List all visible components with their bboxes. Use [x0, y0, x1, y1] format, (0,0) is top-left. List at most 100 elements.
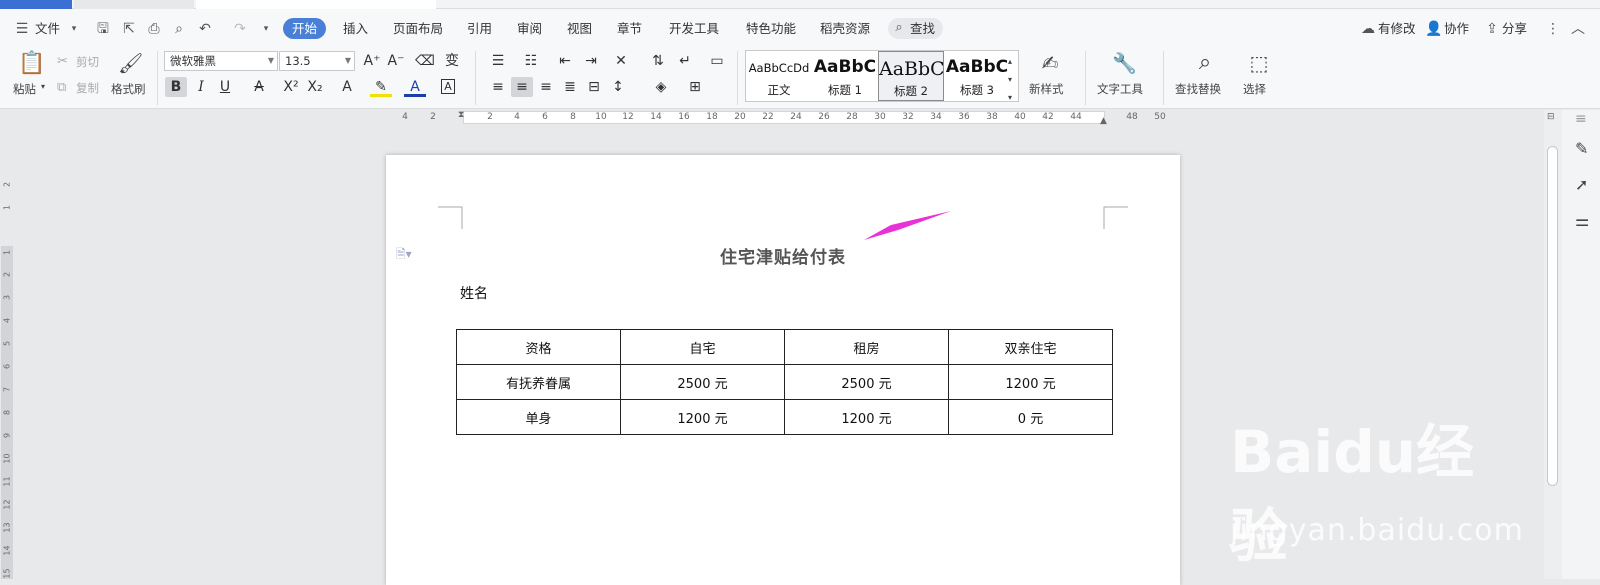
- increase-indent-icon[interactable]: ⇥: [580, 51, 602, 71]
- font-name-select[interactable]: 微软雅黑 ▼: [164, 51, 278, 71]
- tab-docer-strip[interactable]: [74, 0, 194, 9]
- clear-format-icon[interactable]: ⌫: [414, 51, 436, 71]
- select-button[interactable]: 选择: [1243, 81, 1266, 97]
- table-cell[interactable]: 2500 元: [784, 364, 949, 400]
- style-heading-2[interactable]: AaBbC 标题 2: [878, 51, 944, 101]
- tab-page-layout[interactable]: 页面布局: [393, 18, 443, 39]
- numbered-list-icon[interactable]: ☷: [520, 51, 542, 71]
- menu-lines-icon[interactable]: ≡: [1575, 110, 1587, 128]
- tab-start[interactable]: 开始: [283, 18, 327, 39]
- modified-status[interactable]: 有修改: [1378, 18, 1416, 39]
- print-icon[interactable]: ⎙: [146, 21, 162, 37]
- text-tools-button[interactable]: 文字工具: [1097, 81, 1143, 97]
- copy-icon[interactable]: ⧉: [57, 79, 66, 97]
- hamburger-icon[interactable]: ☰: [14, 21, 30, 37]
- scrollbar-thumb[interactable]: [1547, 146, 1558, 486]
- pen-icon[interactable]: ✎: [1575, 140, 1588, 158]
- right-indent-marker-icon[interactable]: ▲: [1100, 116, 1107, 126]
- shading-icon[interactable]: ◈: [650, 77, 672, 97]
- style-heading-1[interactable]: AaBbC 标题 1: [812, 51, 878, 101]
- name-label[interactable]: 姓名: [460, 283, 488, 303]
- cut-button[interactable]: 剪切: [76, 54, 99, 70]
- paste-icon[interactable]: 📋: [18, 51, 45, 77]
- subscript-button[interactable]: X₂: [304, 77, 326, 97]
- find-replace-button[interactable]: 查找替换: [1175, 81, 1221, 97]
- allowance-table[interactable]: 资格 自宅 租房 双亲住宅 有抚养眷属 2500 元 2500 元 1200 元…: [456, 329, 1113, 435]
- new-style-icon[interactable]: ✍: [1038, 51, 1062, 75]
- bold-button[interactable]: B: [165, 77, 187, 97]
- style-normal[interactable]: AaBbCcDd 正文: [746, 51, 812, 101]
- more-icon[interactable]: ⋮: [1545, 21, 1561, 37]
- vertical-ruler[interactable]: 2 1 1 2 3 4 5 6 7 8 9 10 11 12 13 14 15: [0, 132, 14, 579]
- table-cell[interactable]: 0 元: [948, 399, 1113, 435]
- gallery-scroll-icon[interactable]: ▴ ▾ ▾: [1008, 53, 1012, 107]
- tab-special[interactable]: 特色功能: [746, 18, 796, 39]
- style-heading-3[interactable]: AaBbC 标题 3: [944, 51, 1010, 101]
- tab-review[interactable]: 审阅: [517, 18, 542, 39]
- align-right-icon[interactable]: ≡: [535, 77, 557, 97]
- collapse-ribbon-icon[interactable]: ︿: [1570, 21, 1586, 37]
- export-icon[interactable]: ⇱: [121, 21, 137, 37]
- table-cell[interactable]: 1200 元: [948, 364, 1113, 400]
- justify-icon[interactable]: ≣: [559, 77, 581, 97]
- vertical-scrollbar[interactable]: ⊟: [1544, 110, 1562, 579]
- strikethrough-button[interactable]: A: [248, 77, 270, 97]
- text-tools-icon[interactable]: 🔧: [1112, 51, 1137, 75]
- font-size-select[interactable]: 13.5 ▼: [279, 51, 355, 71]
- highlight-icon[interactable]: ✎: [370, 77, 392, 97]
- cursor-icon[interactable]: ➚: [1575, 176, 1588, 194]
- distribute-icon[interactable]: ⊟: [583, 77, 605, 97]
- horizontal-ruler[interactable]: 4 2 2 4 6 8 10 12 14 16 18 20 22 24 26 2…: [0, 110, 1545, 132]
- font-color-icon[interactable]: A: [404, 77, 426, 97]
- new-style-button[interactable]: 新样式: [1029, 81, 1064, 97]
- paste-dropdown-icon[interactable]: ▾: [41, 82, 45, 91]
- format-painter-button[interactable]: 格式刷: [111, 81, 146, 97]
- select-icon[interactable]: ⬚: [1247, 51, 1271, 75]
- sort-icon[interactable]: ⇅: [647, 51, 669, 71]
- tab-developer[interactable]: 开发工具: [669, 18, 719, 39]
- table-cell[interactable]: 1200 元: [784, 399, 949, 435]
- table-cell[interactable]: 单身: [456, 399, 621, 435]
- cut-icon[interactable]: ✂: [57, 53, 68, 71]
- table-cell[interactable]: 有抚养眷属: [456, 364, 621, 400]
- table-cell[interactable]: 租房: [784, 329, 949, 365]
- chevron-down-icon[interactable]: ▾: [258, 21, 274, 37]
- table-cell[interactable]: 自宅: [620, 329, 785, 365]
- paste-button[interactable]: 粘贴: [13, 81, 36, 97]
- redo-icon[interactable]: ↷: [232, 21, 248, 37]
- align-left-icon[interactable]: ≡: [487, 77, 509, 97]
- copy-button[interactable]: 复制: [76, 80, 99, 96]
- char-border-icon[interactable]: A: [437, 77, 459, 97]
- find-replace-icon[interactable]: ⌕: [1193, 51, 1217, 75]
- table-cell[interactable]: 双亲住宅: [948, 329, 1113, 365]
- settings-sliders-icon[interactable]: ⚌: [1575, 212, 1589, 230]
- tab-view[interactable]: 视图: [567, 18, 592, 39]
- tab-document-strip[interactable]: [196, 0, 436, 9]
- search-box[interactable]: ⌕ 查找: [888, 18, 944, 39]
- tab-chapter[interactable]: 章节: [617, 18, 642, 39]
- borders-icon[interactable]: ⊞: [684, 77, 706, 97]
- save-icon[interactable]: 🖫: [95, 21, 111, 37]
- format-painter-icon[interactable]: 🖌: [118, 51, 143, 75]
- collaborate-button[interactable]: 协作: [1444, 18, 1469, 39]
- undo-icon[interactable]: ↶: [197, 21, 213, 37]
- shrink-font-icon[interactable]: A⁻: [385, 51, 407, 71]
- table-cell[interactable]: 1200 元: [620, 399, 785, 435]
- share-button[interactable]: 分享: [1502, 18, 1527, 39]
- table-cell[interactable]: 2500 元: [620, 364, 785, 400]
- align-center-icon[interactable]: ≡: [511, 77, 533, 97]
- table-cell[interactable]: 资格: [456, 329, 621, 365]
- chinese-layout-icon[interactable]: ✕: [610, 51, 632, 71]
- indent-marker-icon[interactable]: ⧗: [458, 110, 464, 120]
- underline-button[interactable]: U: [214, 77, 236, 97]
- tab-insert[interactable]: 插入: [343, 18, 368, 39]
- superscript-button[interactable]: X²: [280, 77, 302, 97]
- table-tools-icon[interactable]: ▭: [706, 51, 728, 71]
- print-preview-icon[interactable]: ⌕: [171, 21, 187, 37]
- phonetic-icon[interactable]: 变: [441, 51, 463, 71]
- text-effect-button[interactable]: A: [336, 77, 358, 97]
- menu-file[interactable]: 文件: [35, 18, 60, 39]
- chevron-down-icon[interactable]: ▾: [66, 21, 82, 37]
- line-spacing-icon[interactable]: ↕: [607, 77, 629, 97]
- show-marks-icon[interactable]: ↵: [674, 51, 696, 71]
